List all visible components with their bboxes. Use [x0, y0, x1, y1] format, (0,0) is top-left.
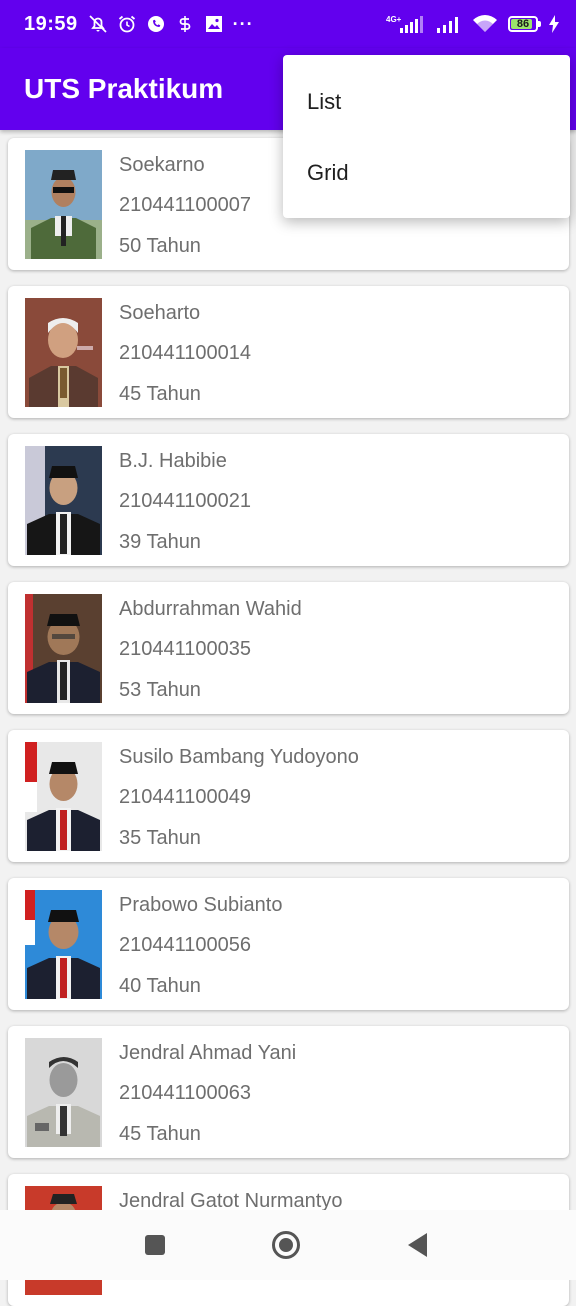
whatsapp-icon: [146, 14, 166, 34]
person-photo: [25, 890, 102, 999]
menu-item-grid[interactable]: Grid: [283, 138, 570, 208]
alarm-icon: [117, 14, 137, 34]
person-name: Soeharto: [119, 302, 201, 324]
person-photo: [25, 742, 102, 851]
menu-item-list[interactable]: List: [283, 67, 570, 137]
person-photo: [25, 150, 102, 259]
person-photo: [25, 298, 102, 407]
network-type-label: 4G+: [386, 15, 402, 24]
navigation-bar: [0, 1210, 576, 1280]
back-triangle-icon: [408, 1233, 427, 1257]
status-time: 19:59: [24, 12, 78, 35]
person-nim: 210441100049: [119, 786, 251, 808]
list-item[interactable]: Susilo Bambang Yudoyono 210441100049 35 …: [8, 730, 569, 862]
back-button[interactable]: [403, 1230, 433, 1260]
list-item[interactable]: Prabowo Subianto 210441100056 40 Tahun: [8, 878, 569, 1010]
list-item[interactable]: Soeharto 210441100014 45 Tahun: [8, 286, 569, 418]
home-button[interactable]: [271, 1230, 301, 1260]
person-age: 53 Tahun: [119, 679, 201, 701]
battery-indicator: 86: [508, 16, 541, 32]
person-age: 50 Tahun: [119, 235, 201, 257]
person-age: 40 Tahun: [119, 975, 201, 997]
more-notifications: ···: [232, 13, 254, 34]
app-icon: [175, 14, 195, 34]
person-nim: 210441100014: [119, 342, 251, 364]
signal-icon: 4G+: [386, 14, 426, 34]
recents-button[interactable]: [140, 1230, 170, 1260]
person-nim: 210441100007: [119, 194, 251, 216]
list-item[interactable]: B.J. Habibie 210441100021 39 Tahun: [8, 434, 569, 566]
person-name: Susilo Bambang Yudoyono: [119, 746, 359, 768]
person-nim: 210441100021: [119, 490, 251, 512]
gallery-icon: [204, 14, 224, 34]
overflow-menu: List Grid: [283, 55, 570, 218]
person-name: Jendral Ahmad Yani: [119, 1042, 297, 1064]
notification-icons: ···: [88, 14, 254, 35]
person-age: 45 Tahun: [119, 1123, 201, 1145]
wifi-icon: [472, 14, 498, 34]
square-icon: [145, 1235, 165, 1255]
person-nim: 210441100056: [119, 934, 251, 956]
charging-icon: [548, 14, 560, 34]
list-item[interactable]: Jendral Ahmad Yani 210441100063 45 Tahun: [8, 1026, 569, 1158]
system-icons: 4G+ 86: [386, 14, 560, 34]
battery-level: 86: [516, 18, 530, 30]
person-name: Abdurrahman Wahid: [119, 598, 302, 620]
status-bar: 19:59 ··· 4G+ 86: [0, 0, 576, 48]
person-age: 39 Tahun: [119, 531, 201, 553]
person-photo: [25, 594, 102, 703]
person-age: 45 Tahun: [119, 383, 201, 405]
person-name: Prabowo Subianto: [119, 894, 283, 916]
person-name: B.J. Habibie: [119, 450, 227, 472]
person-nim: 210441100063: [119, 1082, 251, 1104]
person-nim: 210441100035: [119, 638, 251, 660]
mute-icon: [88, 14, 108, 34]
signal-2-icon: [436, 14, 462, 34]
circle-icon: [272, 1231, 300, 1259]
app-title: UTS Praktikum: [24, 73, 224, 104]
person-photo: [25, 1038, 102, 1147]
person-age: 35 Tahun: [119, 827, 201, 849]
person-name: Soekarno: [119, 154, 205, 176]
person-photo: [25, 446, 102, 555]
list-item[interactable]: Abdurrahman Wahid 210441100035 53 Tahun: [8, 582, 569, 714]
